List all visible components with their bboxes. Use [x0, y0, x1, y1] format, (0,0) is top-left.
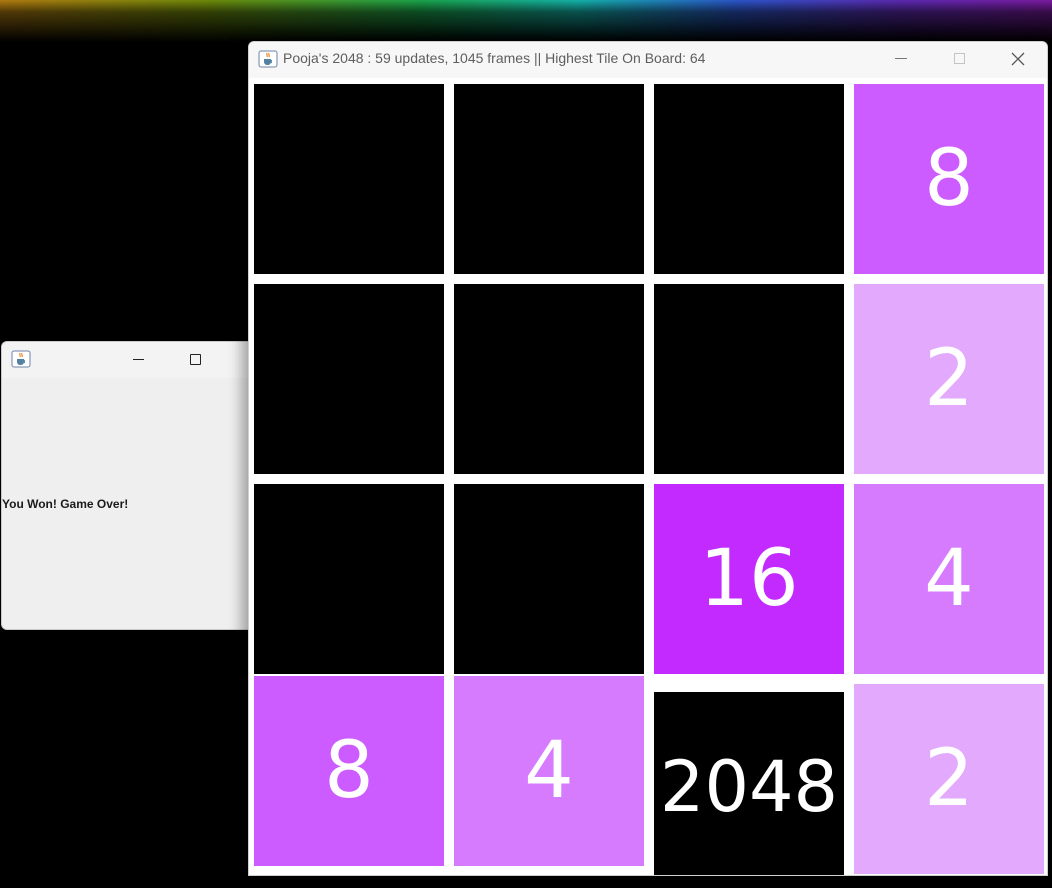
tile-2048: 2048	[654, 692, 844, 875]
dialog-maximize-button[interactable]	[185, 350, 207, 370]
java-cup-icon	[11, 350, 31, 368]
game-window: Pooja's 2048 : 59 updates, 1045 frames |…	[248, 41, 1048, 876]
game-board[interactable]: 8 2 16 4 8 4 2048 2	[249, 78, 1047, 875]
empty-tile	[654, 284, 844, 474]
empty-tile	[454, 484, 644, 674]
empty-tile	[254, 484, 444, 674]
dialog-titlebar[interactable]	[2, 342, 260, 378]
empty-tile	[654, 84, 844, 274]
tile-8: 8	[254, 676, 444, 866]
tile-2: 2	[854, 284, 1044, 474]
maximize-button[interactable]	[949, 48, 969, 70]
empty-tile	[254, 84, 444, 274]
minimize-button[interactable]	[891, 48, 911, 70]
game-over-dialog: You Won! Game Over!	[1, 341, 261, 630]
tile-4: 4	[454, 676, 644, 866]
empty-tile	[454, 284, 644, 474]
tile-4: 4	[854, 484, 1044, 674]
window-title: Pooja's 2048 : 59 updates, 1045 frames |…	[283, 50, 706, 66]
tile-8: 8	[854, 84, 1044, 274]
game-titlebar[interactable]: Pooja's 2048 : 59 updates, 1045 frames |…	[249, 42, 1047, 78]
close-icon[interactable]	[1007, 48, 1029, 70]
empty-tile	[454, 84, 644, 274]
game-over-message: You Won! Game Over!	[2, 497, 129, 511]
tile-2: 2	[854, 684, 1044, 874]
dialog-minimize-button[interactable]	[128, 350, 150, 370]
tile-16: 16	[654, 484, 844, 674]
java-cup-icon	[258, 50, 278, 68]
empty-tile	[254, 284, 444, 474]
